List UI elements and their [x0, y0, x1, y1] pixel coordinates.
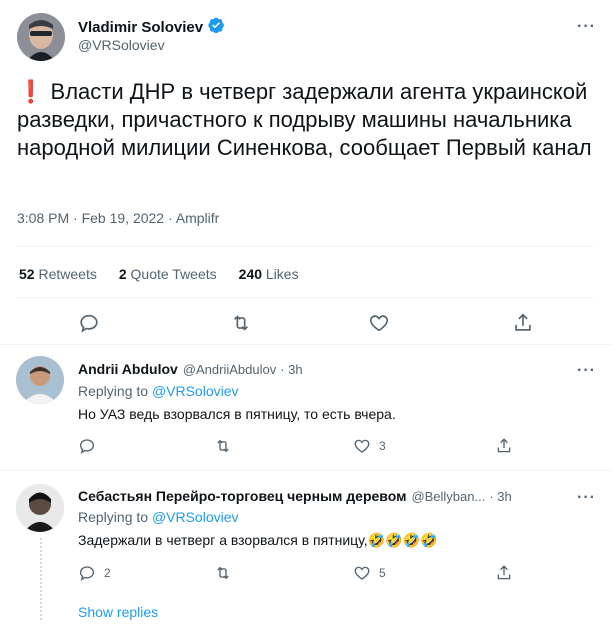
reply-author-handle[interactable]: @Bellyban... — [411, 489, 485, 504]
retweet-icon — [233, 315, 249, 331]
reply-time[interactable]: · 3h — [489, 489, 511, 504]
exclamation-icon: ❗ — [17, 79, 45, 104]
likes-stat[interactable]: 240 Likes — [239, 266, 299, 282]
retweet-button[interactable] — [214, 564, 240, 582]
retweet-button[interactable] — [214, 437, 240, 455]
tweet-stats: 52 Retweets 2 Quote Tweets 240 Likes — [19, 266, 299, 282]
like-count: 3 — [379, 439, 386, 453]
retweet-icon — [217, 439, 229, 453]
tweet-text: ❗ Власти ДНР в четверг задержали агента … — [17, 78, 602, 162]
heart-icon — [354, 439, 370, 453]
author-name[interactable]: Vladimir Soloviev — [78, 19, 203, 36]
like-count: 5 — [379, 566, 386, 580]
share-icon — [497, 438, 511, 453]
more-horizontal-icon[interactable]: ··· — [577, 19, 596, 35]
tweet-body: Власти ДНР в четверг задержали агента ук… — [17, 79, 592, 160]
reply-button[interactable]: 2 — [78, 564, 111, 582]
replying-to-handle[interactable]: @VRSoloviev — [152, 509, 239, 525]
more-horizontal-icon[interactable]: ··· — [577, 490, 596, 506]
like-button[interactable] — [368, 312, 390, 334]
share-button[interactable] — [512, 312, 534, 334]
retweets-stat[interactable]: 52 Retweets — [19, 266, 97, 282]
share-button[interactable] — [495, 437, 513, 455]
retweet-icon — [217, 566, 229, 580]
share-icon — [497, 565, 511, 580]
verified-badge-icon — [207, 16, 225, 39]
author-handle[interactable]: @VRSoloviev — [78, 37, 165, 53]
share-button[interactable] — [495, 564, 513, 582]
replying-to: Replying to @VRSoloviev — [78, 509, 239, 525]
thread-connector — [40, 538, 42, 622]
replying-to: Replying to @VRSoloviev — [78, 383, 239, 399]
reply-text: Но УАЗ ведь взорвался в пятницу, то есть… — [78, 406, 396, 422]
reply-icon — [79, 439, 95, 454]
show-replies-link[interactable]: Show replies — [78, 604, 158, 620]
replying-to-handle[interactable]: @VRSoloviev — [152, 383, 239, 399]
quotes-stat[interactable]: 2 Quote Tweets — [119, 266, 217, 282]
reply-button[interactable] — [78, 437, 104, 455]
more-horizontal-icon[interactable]: ··· — [577, 363, 596, 379]
reply-button[interactable] — [78, 312, 100, 334]
reply-avatar[interactable] — [16, 356, 64, 404]
heart-icon — [354, 566, 370, 580]
reply-time[interactable]: · 3h — [280, 362, 302, 377]
reply-count: 2 — [104, 566, 111, 580]
heart-icon — [369, 315, 389, 332]
reply-icon — [80, 314, 98, 333]
reply-author-name[interactable]: Andrii Abdulov — [78, 361, 178, 377]
share-icon — [515, 313, 531, 331]
author-avatar[interactable] — [17, 13, 65, 61]
reply-icon — [79, 566, 95, 581]
tweet-timestamp[interactable]: 3:08 PM · Feb 19, 2022 · Amplifr — [17, 210, 219, 226]
rofl-emoji-icon: 🤣🤣🤣🤣 — [367, 532, 438, 548]
reply-text: Задержали в четверг а взорвался в пятниц… — [78, 532, 438, 548]
reply-avatar[interactable] — [16, 484, 64, 532]
reply-author-name[interactable]: Себастьян Перейро-торговец черным дерево… — [78, 488, 406, 504]
like-button[interactable]: 5 — [353, 564, 386, 582]
like-button[interactable]: 3 — [353, 437, 386, 455]
retweet-button[interactable] — [230, 312, 252, 334]
reply-author-handle[interactable]: @AndriiAbdulov — [183, 362, 276, 377]
